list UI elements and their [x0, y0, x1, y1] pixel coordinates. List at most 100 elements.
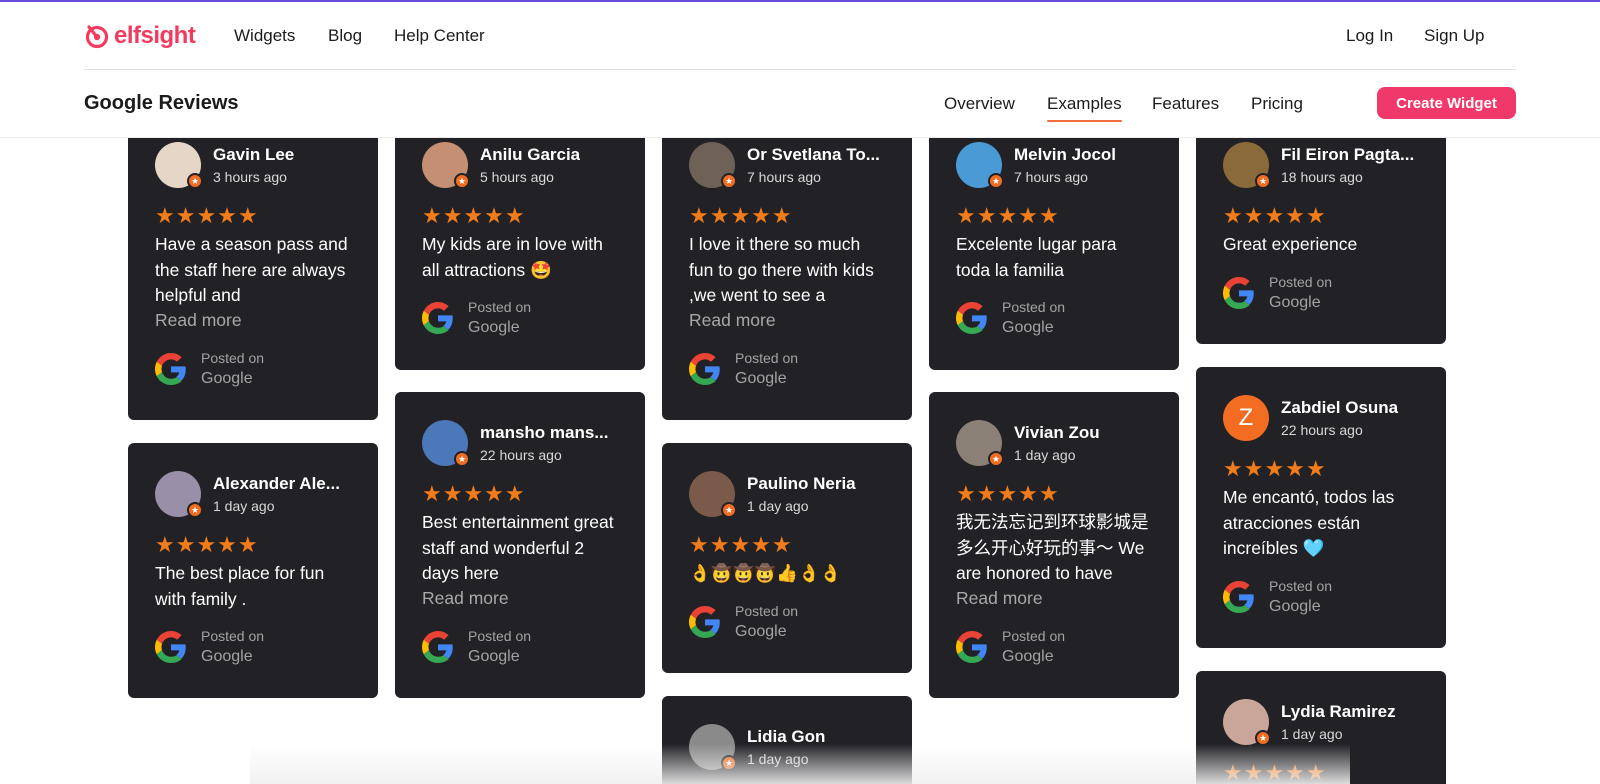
reviewer-name[interactable]: Lydia Ramirez: [1281, 702, 1396, 722]
posted-on-label: Posted on: [735, 602, 799, 619]
signup-link[interactable]: Sign Up: [1424, 26, 1484, 46]
review-card[interactable]: ★ Paulino Neria 1 day ago ★★★★★ 👌🤠🤠🤠👍👌👌 Poste…: [662, 443, 912, 673]
posted-on-label: Posted on: [1269, 577, 1333, 594]
google-icon: [155, 352, 186, 385]
reviewer-name[interactable]: Vivian Zou: [1014, 423, 1100, 443]
rating-stars: ★★★★★: [155, 203, 259, 228]
review-header: ★ Or Svetlana To... 7 hours ago: [689, 142, 885, 189]
posted-on-source[interactable]: Posted on Google: [956, 628, 1152, 666]
avatar[interactable]: ★: [956, 142, 1004, 189]
avatar[interactable]: ★: [689, 724, 737, 771]
avatar[interactable]: ★: [155, 471, 203, 518]
nav-widgets[interactable]: Widgets: [234, 26, 295, 46]
review-card[interactable]: ★ Fil Eiron Pagta... 18 hours ago ★★★★★ Grea…: [1196, 114, 1446, 344]
create-widget-button[interactable]: Create Widget: [1377, 87, 1516, 119]
review-time: 1 day ago: [747, 751, 809, 767]
avatar[interactable]: ★: [689, 142, 737, 189]
reviewer-name[interactable]: Paulino Neria: [747, 474, 856, 494]
posted-on-source[interactable]: Posted on Google: [422, 299, 618, 337]
posted-on-label: Posted on: [1269, 273, 1333, 290]
local-guide-badge-icon: ★: [454, 451, 470, 467]
reviewer-name[interactable]: Gavin Lee: [213, 145, 294, 165]
local-guide-badge-icon: ★: [187, 502, 203, 518]
product-subnav: Google Reviews Overview Examples Feature…: [0, 70, 1600, 138]
platform-name: Google: [468, 647, 520, 665]
avatar[interactable]: Z: [1223, 395, 1269, 441]
avatar[interactable]: ★: [422, 142, 470, 189]
rating-stars: ★★★★★: [422, 203, 526, 228]
review-text: 我无法忘记到环球影城是多么开心好玩的事～ We are honored to h…: [956, 512, 1149, 583]
posted-on-source[interactable]: Posted on Google: [155, 350, 351, 388]
review-text: I love it there so much fun to go there …: [689, 234, 874, 305]
posted-on-source[interactable]: Posted on Google: [422, 628, 618, 666]
platform-name: Google: [201, 369, 253, 387]
review-text: Best entertainment great staff and wonde…: [422, 512, 614, 583]
review-card[interactable]: ★ Anilu Garcia 5 hours ago ★★★★★ My kids are…: [395, 114, 645, 370]
avatar[interactable]: ★: [1223, 142, 1271, 189]
local-guide-badge-icon: ★: [187, 173, 203, 189]
review-card[interactable]: ★ Gavin Lee 3 hours ago ★★★★★ Have a season …: [128, 114, 378, 420]
reviewer-name[interactable]: Anilu Garcia: [480, 145, 580, 165]
elfsight-logo[interactable]: elfsight: [84, 22, 196, 50]
review-card[interactable]: ★ mansho mans... 22 hours ago ★★★★★ Best ent…: [395, 392, 645, 698]
posted-on-source[interactable]: Posted on Google: [689, 350, 885, 388]
reviewer-name[interactable]: Fil Eiron Pagta...: [1281, 145, 1414, 165]
avatar[interactable]: ★: [155, 142, 203, 189]
posted-on-label: Posted on: [735, 349, 799, 366]
avatar[interactable]: ★: [422, 420, 470, 467]
read-more-link[interactable]: Read more: [689, 308, 885, 334]
reviewer-name[interactable]: Alexander Ale...: [213, 474, 340, 494]
review-card[interactable]: Z Zabdiel Osuna 22 hours ago ★★★★★ Me encant…: [1196, 367, 1446, 648]
review-card[interactable]: ★ Alexander Ale... 1 day ago ★★★★★ The best …: [128, 443, 378, 698]
google-icon: [956, 630, 987, 663]
platform-name: Google: [735, 622, 787, 640]
tab-examples[interactable]: Examples: [1047, 94, 1122, 122]
rating-stars: ★★★★★: [956, 481, 1060, 506]
login-link[interactable]: Log In: [1346, 26, 1393, 46]
review-card[interactable]: ★ Or Svetlana To... 7 hours ago ★★★★★ I love…: [662, 114, 912, 420]
posted-on-label: Posted on: [201, 349, 265, 366]
avatar[interactable]: ★: [956, 420, 1004, 467]
review-card[interactable]: ★ Vivian Zou 1 day ago ★★★★★ 我无法忘记到环球影城是多么开心…: [929, 392, 1179, 698]
rating-stars: ★★★★★: [1223, 760, 1327, 784]
review-time: 22 hours ago: [1281, 422, 1363, 438]
review-card[interactable]: ★ Lydia Ramirez 1 day ago ★★★★★: [1196, 671, 1446, 784]
reviewer-name[interactable]: Or Svetlana To...: [747, 145, 880, 165]
nav-help-center[interactable]: Help Center: [394, 26, 485, 46]
tab-overview[interactable]: Overview: [944, 94, 1015, 114]
posted-on-source[interactable]: Posted on Google: [689, 603, 885, 641]
reviewer-name[interactable]: Melvin Jocol: [1014, 145, 1116, 165]
local-guide-badge-icon: ★: [1255, 173, 1271, 189]
read-more-link[interactable]: Read more: [155, 308, 351, 334]
review-card[interactable]: ★ Melvin Jocol 7 hours ago ★★★★★ Excelente l…: [929, 114, 1179, 370]
local-guide-badge-icon: ★: [721, 502, 737, 518]
platform-name: Google: [1269, 293, 1321, 311]
rating-stars: ★★★★★: [689, 203, 793, 228]
review-text: Have a season pass and the staff here ar…: [155, 234, 348, 305]
google-icon: [422, 302, 453, 334]
posted-on-source[interactable]: Posted on Google: [155, 628, 351, 666]
posted-on-source[interactable]: Posted on Google: [1223, 578, 1419, 616]
posted-on-source[interactable]: Posted on Google: [956, 299, 1152, 337]
avatar[interactable]: ★: [1223, 699, 1271, 746]
tab-features[interactable]: Features: [1152, 94, 1219, 114]
review-time: 7 hours ago: [1014, 169, 1088, 185]
avatar[interactable]: ★: [689, 471, 737, 518]
nav-blog[interactable]: Blog: [328, 26, 362, 46]
platform-name: Google: [468, 319, 520, 336]
google-icon: [956, 302, 987, 334]
review-text: 👌🤠🤠🤠👍👌👌: [689, 563, 842, 583]
tab-pricing[interactable]: Pricing: [1251, 94, 1303, 114]
reviewer-name[interactable]: Lidia Gon: [747, 727, 825, 747]
read-more-link[interactable]: Read more: [422, 586, 618, 612]
review-header: ★ Melvin Jocol 7 hours ago: [956, 142, 1152, 189]
reviewer-name[interactable]: Zabdiel Osuna: [1281, 398, 1398, 418]
read-more-link[interactable]: Read more: [956, 586, 1152, 612]
review-header: Z Zabdiel Osuna 22 hours ago: [1223, 395, 1419, 441]
posted-on-label: Posted on: [1002, 299, 1066, 315]
review-card[interactable]: ★Lidia Gon1 day ago★★★★★: [662, 696, 912, 784]
review-time: 1 day ago: [1281, 726, 1343, 742]
review-header: ★ Gavin Lee 3 hours ago: [155, 142, 351, 189]
posted-on-source[interactable]: Posted on Google: [1223, 274, 1419, 312]
reviewer-name[interactable]: mansho mans...: [480, 423, 608, 443]
